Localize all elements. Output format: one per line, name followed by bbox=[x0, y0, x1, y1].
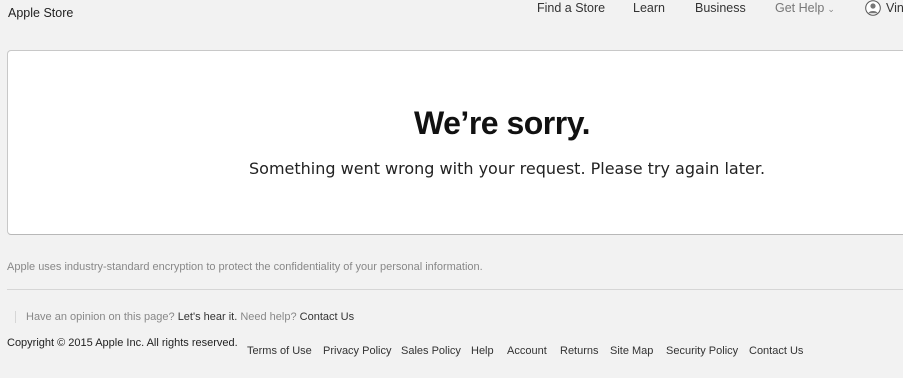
feedback-prompt: Have an opinion on this page? bbox=[26, 311, 175, 323]
user-name[interactable]: Vin bbox=[886, 1, 903, 15]
error-panel: We’re sorry. Something went wrong with y… bbox=[7, 50, 903, 235]
footer-link-security-policy[interactable]: Security Policy bbox=[666, 345, 738, 357]
security-note: Apple uses industry-standard encryption … bbox=[7, 261, 483, 273]
feedback-link[interactable]: Let's hear it. bbox=[178, 311, 238, 323]
footer-link-site-map[interactable]: Site Map bbox=[610, 345, 653, 357]
nav-get-help-label: Get Help bbox=[775, 1, 825, 15]
footer-link-account[interactable]: Account bbox=[507, 345, 547, 357]
user-icon[interactable] bbox=[865, 0, 881, 16]
footer-link-sales-policy[interactable]: Sales Policy bbox=[401, 345, 461, 357]
nav-find-a-store[interactable]: Find a Store bbox=[537, 1, 605, 15]
feedback-line: Have an opinion on this page? Let's hear… bbox=[15, 311, 354, 323]
footer-link-contact-us[interactable]: Contact Us bbox=[749, 345, 803, 357]
nav-get-help[interactable]: Get Help ⌄ bbox=[775, 1, 835, 15]
error-title: We’re sorry. bbox=[414, 105, 591, 141]
contact-us-link[interactable]: Contact Us bbox=[300, 311, 354, 323]
nav-learn[interactable]: Learn bbox=[633, 1, 665, 15]
footer-link-returns[interactable]: Returns bbox=[560, 345, 599, 357]
footer-link-terms[interactable]: Terms of Use bbox=[247, 345, 312, 357]
help-prompt: Need help? bbox=[240, 311, 297, 323]
footer-link-help[interactable]: Help bbox=[471, 345, 494, 357]
nav-business[interactable]: Business bbox=[695, 1, 746, 15]
top-nav: Find a Store Learn Business Get Help ⌄ Vi… bbox=[0, 0, 903, 20]
footer-link-privacy[interactable]: Privacy Policy bbox=[323, 345, 391, 357]
error-message: Something went wrong with your request. … bbox=[249, 159, 766, 178]
footer-divider bbox=[7, 289, 903, 290]
copyright: Copyright © 2015 Apple Inc. All rights r… bbox=[7, 337, 238, 349]
chevron-down-icon: ⌄ bbox=[827, 4, 835, 14]
